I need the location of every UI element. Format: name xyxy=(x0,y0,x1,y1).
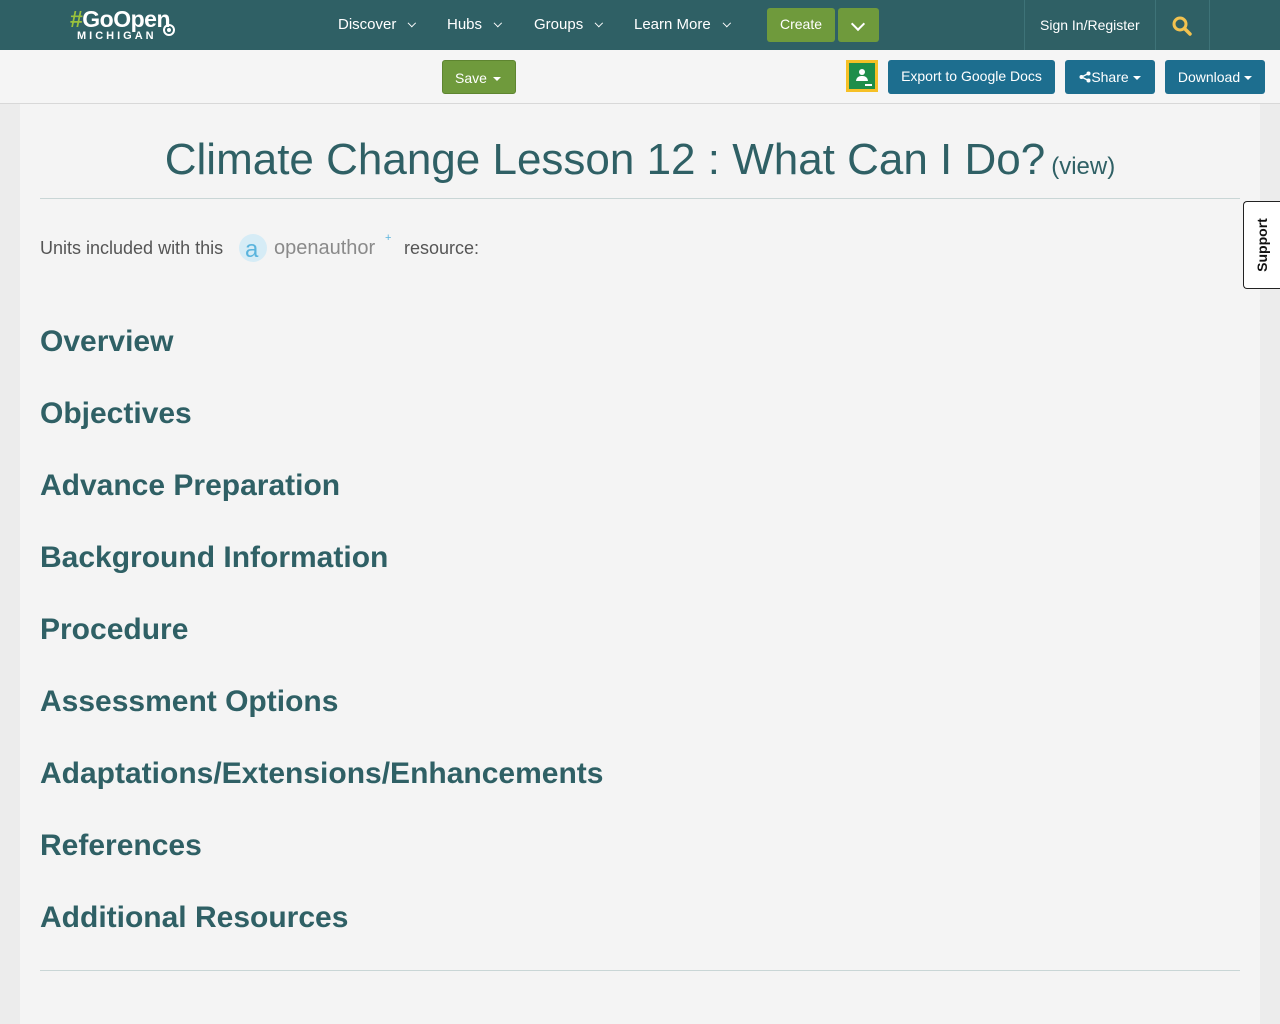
section-additional-resources[interactable]: Additional Resources xyxy=(40,900,348,936)
logo-sub-text: MICHIGAN xyxy=(77,30,157,42)
section-background-information[interactable]: Background Information xyxy=(40,540,388,576)
download-button-label: Download xyxy=(1177,69,1241,85)
caret-down-icon xyxy=(1132,76,1141,81)
section-advance-preparation[interactable]: Advance Preparation xyxy=(40,468,340,504)
chevron-down-icon xyxy=(594,18,604,28)
save-button[interactable]: Save xyxy=(442,60,516,94)
share-button-label: Share xyxy=(1091,69,1129,85)
nav-learn-more-label: Learn More xyxy=(634,16,711,33)
nav-learn-more[interactable]: Learn More xyxy=(634,0,731,50)
sign-in-register-link[interactable]: Sign In/Register xyxy=(1040,0,1140,50)
resource-title: Climate Change Lesson 12 : What Can I Do… xyxy=(164,135,1046,184)
section-references[interactable]: References xyxy=(40,828,202,864)
nav-divider xyxy=(1155,0,1156,50)
support-tab[interactable]: Support xyxy=(1243,201,1280,289)
section-assessment-options[interactable]: Assessment Options xyxy=(40,684,338,720)
section-adaptations[interactable]: Adaptations/Extensions/Enhancements xyxy=(40,756,603,792)
goopen-michigan-logo[interactable]: #GoOpen MICHIGAN xyxy=(70,6,180,44)
units-suffix-text: resource: xyxy=(404,238,480,258)
page-title: Climate Change Lesson 12 : What Can I Do… xyxy=(40,132,1240,188)
nav-discover[interactable]: Discover xyxy=(338,0,417,50)
download-button[interactable]: Download xyxy=(1165,60,1265,94)
chevron-down-icon xyxy=(722,18,731,28)
nav-hubs[interactable]: Hubs xyxy=(447,0,503,50)
section-overview[interactable]: Overview xyxy=(40,324,173,360)
nav-divider xyxy=(1024,0,1025,50)
google-classroom-icon[interactable] xyxy=(846,60,878,92)
svg-text:+: + xyxy=(385,232,391,244)
view-link[interactable]: (view) xyxy=(1051,153,1115,180)
create-button[interactable]: Create xyxy=(767,8,835,42)
logo-main-text: GoOpen xyxy=(82,6,171,32)
chevron-down-icon xyxy=(407,18,417,28)
nav-discover-label: Discover xyxy=(338,16,397,33)
nav-divider xyxy=(1209,0,1210,50)
share-button[interactable]: Share xyxy=(1065,60,1155,94)
nav-groups[interactable]: Groups xyxy=(534,0,604,50)
section-procedure[interactable]: Procedure xyxy=(40,612,188,648)
create-dropdown-button[interactable] xyxy=(838,8,879,42)
openauthor-logo-text: openauthor xyxy=(274,237,376,259)
chevron-down-icon xyxy=(493,18,503,28)
caret-down-icon xyxy=(492,77,501,82)
save-button-label: Save xyxy=(455,70,487,86)
units-prefix-text: Units included with this xyxy=(40,238,224,258)
nav-hubs-label: Hubs xyxy=(447,16,483,33)
nav-groups-label: Groups xyxy=(534,16,584,33)
svg-text:a: a xyxy=(245,236,259,263)
content-divider xyxy=(40,970,1240,971)
resource-toolbar: Save Export to Google Docs Share Downloa… xyxy=(0,50,1280,104)
section-objectives[interactable]: Objectives xyxy=(40,396,192,432)
chevron-down-icon xyxy=(850,16,866,32)
top-navbar: #GoOpen MICHIGAN Discover Hubs Groups Le… xyxy=(0,0,1280,50)
logo-hash: # xyxy=(70,6,83,32)
search-icon[interactable] xyxy=(1172,16,1192,36)
openauthor-logo[interactable]: a openauthor + xyxy=(238,231,393,263)
share-icon xyxy=(1079,71,1091,83)
classroom-ledge xyxy=(865,84,872,86)
export-to-google-docs-button[interactable]: Export to Google Docs xyxy=(888,60,1055,94)
main-content: Climate Change Lesson 12 : What Can I Do… xyxy=(20,104,1260,1024)
caret-down-icon xyxy=(1244,76,1253,81)
support-tab-label: Support xyxy=(1254,218,1270,272)
logo-gear-icon xyxy=(163,24,175,36)
title-divider xyxy=(40,198,1240,199)
